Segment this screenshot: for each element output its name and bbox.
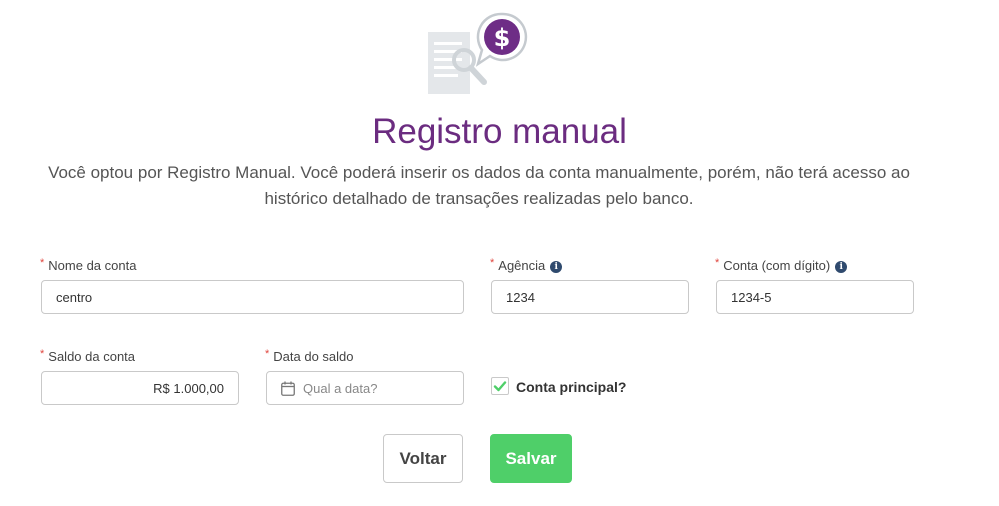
document-dollar-search-icon: $ [428,12,528,94]
required-mark: * [490,257,495,269]
agency-input[interactable]: 1234 [491,280,689,314]
main-account-label[interactable]: Conta principal? [516,379,626,395]
required-mark: * [40,257,45,269]
calendar-icon [281,381,295,396]
account-name-label: * Nome da conta [40,257,137,273]
page-description: Você optou por Registro Manual. Você pod… [48,163,910,208]
balance-date-input[interactable]: Qual a data? [266,371,464,405]
account-number-input[interactable]: 1234-5 [716,280,914,314]
balance-date-label: * Data do saldo [265,348,354,364]
balance-input[interactable]: R$ 1.000,00 [41,371,239,405]
agency-label: * Agência i [490,257,563,273]
account-name-input[interactable]: centro [41,280,464,314]
save-button[interactable]: Salvar [490,434,572,483]
svg-text:$: $ [494,24,511,52]
required-mark: * [40,348,45,360]
page-title: Registro manual [372,112,627,151]
info-icon[interactable]: i [835,260,848,273]
required-mark: * [715,257,720,269]
checkmark-icon [493,381,507,392]
balance-label: * Saldo da conta [40,348,136,364]
balance-date-placeholder: Qual a data? [303,381,378,396]
required-mark: * [265,348,270,360]
account-number-label: * Conta (com dígito) i [715,257,848,273]
back-button[interactable]: Voltar [383,434,463,483]
main-account-checkbox[interactable] [491,377,509,395]
info-icon[interactable]: i [550,260,563,273]
